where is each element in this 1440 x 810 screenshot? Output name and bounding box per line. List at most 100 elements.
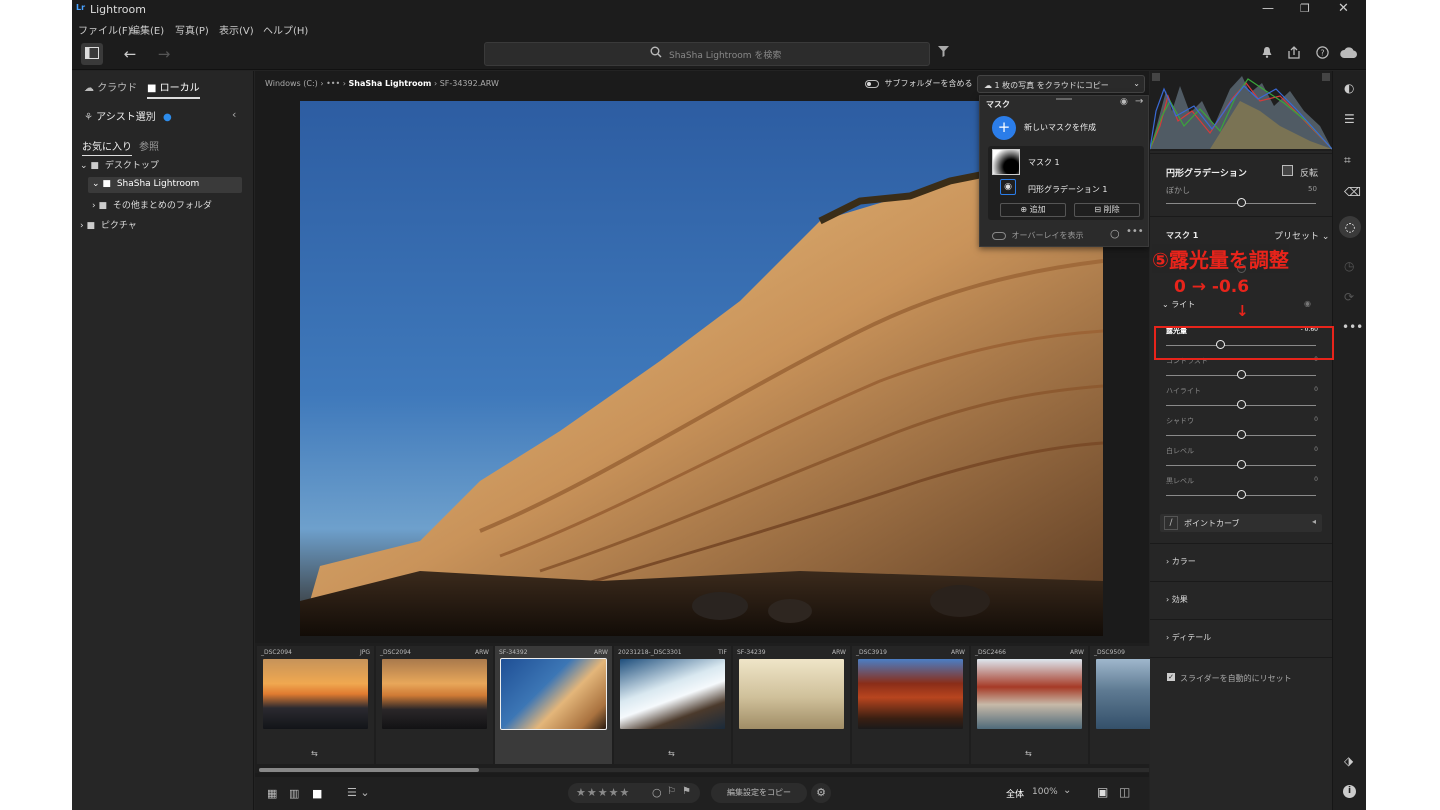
tag-icon[interactable]: ⬗ bbox=[1344, 754, 1353, 768]
light-section-header[interactable]: ⌄ ライト bbox=[1162, 299, 1195, 310]
cloud-icon[interactable] bbox=[1340, 47, 1358, 61]
section-detail[interactable]: › ディテール bbox=[1150, 619, 1332, 655]
menu-photo[interactable]: 写真(P) bbox=[175, 22, 209, 37]
slider-value[interactable]: 0 bbox=[1314, 446, 1318, 453]
filmstrip-thumbnail[interactable] bbox=[739, 659, 844, 729]
square-grid-icon[interactable]: ▥ bbox=[289, 787, 299, 800]
before-after-icon[interactable]: ◫ bbox=[1119, 785, 1130, 799]
minimize-icon[interactable]: — bbox=[1262, 1, 1274, 15]
tab-local[interactable]: ■ ローカル bbox=[147, 79, 200, 99]
zoom-level[interactable]: 100% bbox=[1032, 787, 1058, 797]
mask-item[interactable]: マスク 1 ◉ 円形グラデーション 1 ⊕ 追加 ⊟ 削除 bbox=[988, 146, 1144, 220]
history-icon[interactable]: ◷ bbox=[1344, 259, 1354, 273]
breadcrumb-ellipsis[interactable]: ••• bbox=[326, 79, 340, 88]
filmstrip-thumbnail[interactable] bbox=[620, 659, 725, 729]
filmstrip-thumbnail[interactable] bbox=[263, 659, 368, 729]
filmstrip-thumbnail[interactable] bbox=[858, 659, 963, 729]
tab-browse[interactable]: 参照 bbox=[139, 138, 159, 153]
collapse-chevron-icon[interactable]: ‹ bbox=[232, 108, 236, 121]
section-effects[interactable]: › 効果 bbox=[1150, 581, 1332, 617]
gear-icon[interactable]: ⚙ bbox=[811, 783, 831, 803]
slider-knob[interactable] bbox=[1237, 400, 1246, 409]
copy-to-cloud-button[interactable]: ☁ 1 枚の写真 をクラウドにコピー ⌄ bbox=[977, 75, 1145, 93]
edit-mode-icon[interactable]: ◐ bbox=[1344, 81, 1354, 95]
filmstrip-item[interactable]: _DSC2094 JPG ⇆ bbox=[257, 646, 374, 764]
eye-icon[interactable]: ◉ bbox=[1120, 97, 1128, 107]
tab-favorites[interactable]: お気に入り bbox=[82, 138, 132, 156]
filmstrip-thumbnail[interactable] bbox=[382, 659, 487, 729]
info-icon[interactable]: i bbox=[1343, 785, 1356, 798]
filmstrip-thumbnail[interactable] bbox=[977, 659, 1082, 729]
drag-handle-icon[interactable] bbox=[1056, 98, 1072, 100]
circle-icon[interactable]: ○ bbox=[1110, 227, 1120, 240]
subfolders-toggle[interactable]: サブフォルダーを含める bbox=[865, 78, 973, 89]
slider-value[interactable]: 0 bbox=[1314, 416, 1318, 423]
tree-item-pictures[interactable]: › ■ ピクチャ bbox=[80, 218, 137, 231]
checkbox-checked-icon[interactable]: ✓ bbox=[1167, 673, 1175, 681]
slider-knob[interactable] bbox=[1237, 490, 1246, 499]
maximize-icon[interactable]: ❐ bbox=[1300, 2, 1310, 15]
more-icon[interactable]: ••• bbox=[1342, 320, 1363, 334]
share-icon[interactable] bbox=[1288, 46, 1300, 62]
copy-settings-button[interactable]: 編集設定をコピー bbox=[711, 783, 807, 803]
search-field[interactable]: ShaSha Lightroom を検索 bbox=[484, 42, 930, 66]
slider-value[interactable]: 0 bbox=[1314, 476, 1318, 483]
detail-view-icon[interactable]: ■ bbox=[312, 787, 322, 800]
panel-toggle-icon[interactable] bbox=[81, 43, 103, 65]
masking-icon[interactable]: ◌ bbox=[1339, 216, 1361, 238]
delete-button[interactable]: ⊟ 削除 bbox=[1074, 203, 1140, 217]
preset-dropdown[interactable]: プリセット ⌄ bbox=[1274, 229, 1329, 242]
filmstrip-item[interactable]: _DSC2094 ARW bbox=[376, 646, 493, 764]
eye-icon[interactable]: ◉ bbox=[1304, 299, 1311, 308]
back-arrow-icon[interactable]: ← bbox=[119, 43, 141, 65]
slider-knob[interactable] bbox=[1237, 460, 1246, 469]
filmstrip-item[interactable]: _DSC2466 ARW ⇆ bbox=[971, 646, 1088, 764]
clip-shadow-icon[interactable] bbox=[1152, 73, 1160, 81]
versions-icon[interactable]: ⟳ bbox=[1344, 290, 1354, 304]
point-curve-row[interactable]: ∕ ポイントカーブ ◂ bbox=[1160, 514, 1322, 532]
slider-knob[interactable] bbox=[1237, 430, 1246, 439]
tree-item-desktop[interactable]: ⌄ ■ デスクトップ bbox=[80, 158, 159, 171]
tree-item-other[interactable]: › ■ その他まとめのフォルダ bbox=[92, 198, 212, 211]
sliders-icon[interactable]: ☰ bbox=[1344, 112, 1355, 126]
filmstrip-item[interactable]: 20231218-_DSC3301 TIF ⇆ bbox=[614, 646, 731, 764]
breadcrumb-drive[interactable]: Windows (C:) bbox=[265, 79, 318, 88]
filmstrip-thumbnail[interactable] bbox=[500, 658, 607, 730]
filmstrip-item[interactable]: SF-34239 ARW bbox=[733, 646, 850, 764]
new-mask-button[interactable]: + 新しいマスクを作成 bbox=[992, 116, 1142, 140]
flag-icon[interactable]: ⚐ bbox=[667, 786, 676, 797]
filmstrip-item[interactable]: _DSC3919 ARW bbox=[852, 646, 969, 764]
slider-value[interactable]: 0 bbox=[1314, 386, 1318, 393]
overlay-toggle[interactable]: オーバーレイを表示 bbox=[992, 230, 1083, 241]
breadcrumb-folder[interactable]: ShaSha Lightroom bbox=[349, 79, 432, 88]
reject-circle-icon[interactable]: ○ bbox=[652, 786, 662, 799]
assist-select[interactable]: ⚘ アシスト選別 ● bbox=[84, 108, 172, 123]
menu-help[interactable]: ヘルプ(H) bbox=[263, 22, 308, 37]
bell-icon[interactable] bbox=[1262, 47, 1272, 61]
slider-knob[interactable] bbox=[1237, 370, 1246, 379]
filter-icon[interactable] bbox=[938, 46, 949, 60]
grid-view-icon[interactable]: ▦ bbox=[267, 787, 277, 800]
filmstrip-scrollbar[interactable] bbox=[259, 768, 1149, 772]
chevron-down-icon[interactable]: ⌄ bbox=[1063, 785, 1071, 796]
compare-icon[interactable]: ▣ bbox=[1097, 785, 1108, 799]
add-button[interactable]: ⊕ 追加 bbox=[1000, 203, 1066, 217]
more-icon[interactable]: ••• bbox=[1126, 226, 1144, 237]
sort-icon[interactable]: ☰ ⌄ bbox=[347, 786, 370, 799]
menu-view[interactable]: 表示(V) bbox=[219, 22, 254, 37]
menu-file[interactable]: ファイル(F) bbox=[78, 22, 132, 37]
auto-reset-row[interactable]: ✓ スライダーを自動的にリセット bbox=[1150, 657, 1332, 697]
section-color[interactable]: › カラー bbox=[1150, 543, 1332, 579]
filmstrip-item[interactable]: SF-34392 ARW bbox=[495, 646, 612, 764]
help-icon[interactable]: ? bbox=[1316, 46, 1329, 62]
invert-checkbox-icon[interactable] bbox=[1282, 165, 1293, 176]
crop-icon[interactable]: ⌗ bbox=[1344, 153, 1351, 168]
clip-highlight-icon[interactable] bbox=[1322, 73, 1330, 81]
tree-item-shasha[interactable]: ⌄ ■ ShaSha Lightroom bbox=[88, 177, 242, 193]
tab-cloud[interactable]: ☁ クラウド bbox=[84, 79, 137, 94]
menu-edit[interactable]: 編集(E) bbox=[130, 22, 164, 37]
flag-reject-icon[interactable]: ⚑ bbox=[682, 786, 691, 797]
feather-slider-knob[interactable] bbox=[1237, 198, 1246, 207]
zoom-fit-label[interactable]: 全体 bbox=[1006, 787, 1024, 800]
forward-arrow-icon[interactable]: → bbox=[153, 43, 175, 65]
